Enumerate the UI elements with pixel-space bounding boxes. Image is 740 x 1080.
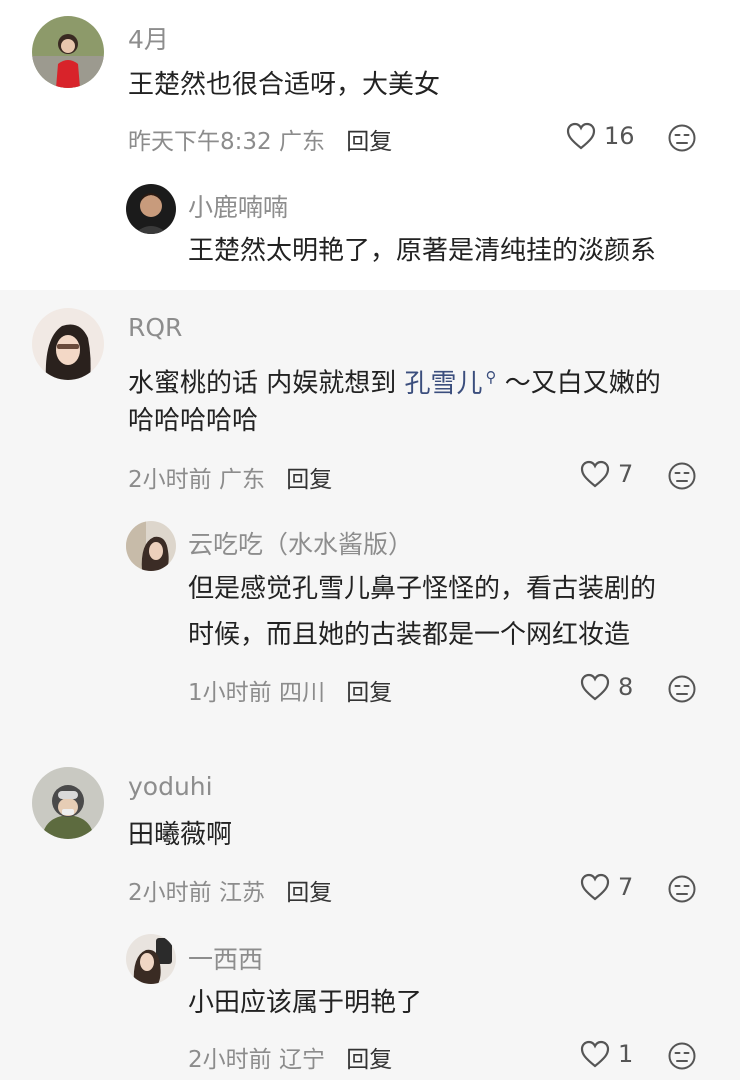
like-count: 7 [618,460,634,488]
meh-face-icon [668,875,696,903]
dislike-button[interactable] [667,674,697,704]
meh-face-icon [668,1042,696,1070]
avatar[interactable] [126,521,176,571]
reply-time: 2小时前 [188,1047,272,1073]
like-count: 1 [618,1040,634,1068]
comment-time: 昨天下午8:32 [128,129,272,155]
reply-text: 时候，而且她的古装都是一个网红妆造 [188,620,631,650]
reply-time: 1小时前 [188,680,272,706]
reply-username[interactable]: 一西西 [188,940,263,976]
dislike-button[interactable] [667,1041,697,1071]
heart-outline-icon [580,673,610,701]
comment-location: 广东 [278,129,325,155]
comment-text: 王楚然也很合适呀，大美女 [128,70,441,100]
like-count: 16 [604,122,635,150]
meh-face-icon [668,675,696,703]
comment-location: 广东 [218,467,265,493]
reply-text: 王楚然太明艳了，原著是清纯挂的淡颜系 [188,236,657,266]
reply-location: 辽宁 [278,1047,325,1073]
avatar[interactable] [126,184,176,234]
reply-username[interactable]: 小鹿喃喃 [188,188,288,224]
meh-face-icon [668,462,696,490]
comment-time: 2小时前 [128,880,212,906]
comment-time: 2小时前 [128,467,212,493]
avatar[interactable] [32,308,104,380]
reply-meta: 1小时前 四川 回复 [188,673,392,707]
comment-username[interactable]: RQR [128,313,182,342]
reply-username[interactable]: 云吃吃（水水酱版） [188,525,413,561]
comment-text: 水蜜桃的话 内娱就想到 [128,368,405,399]
reply-text: 但是感觉孔雪儿鼻子怪怪的，看古装剧的 [188,574,657,604]
reply-text: 小田应该属于明艳了 [188,988,423,1018]
comment-meta: 2小时前 广东 回复 [128,460,332,494]
comment-meta: 2小时前 江苏 回复 [128,873,332,907]
avatar[interactable] [126,934,176,984]
meh-face-icon [668,124,696,152]
like-button[interactable]: 16 [566,122,635,150]
like-count: 7 [618,873,634,901]
heart-outline-icon [580,1040,610,1068]
mention-link[interactable]: 孔雪儿 ⚲ [404,368,497,399]
like-button[interactable]: 7 [580,873,633,901]
heart-outline-icon [580,873,610,901]
comment-text: ～又白又嫩的 [496,368,661,399]
comment-text: 田曦薇啊 [128,820,233,850]
dislike-button[interactable] [667,461,697,491]
reply-button[interactable]: 回复 [346,680,392,706]
comment-text: 哈哈哈哈哈 [128,406,259,436]
reply-button[interactable]: 回复 [286,880,332,906]
like-count: 8 [618,673,634,701]
reply-button[interactable]: 回复 [346,129,392,155]
avatar[interactable] [32,767,104,839]
magnifier-icon: ⚲ [485,368,497,386]
reply-location: 四川 [278,680,325,706]
comment-location: 江苏 [218,880,265,906]
avatar[interactable] [32,16,104,88]
like-button[interactable]: 8 [580,673,633,701]
reply-button[interactable]: 回复 [286,467,332,493]
reply-button[interactable]: 回复 [346,1047,392,1073]
mention-text: 孔雪儿 [404,368,483,399]
like-button[interactable]: 1 [580,1040,633,1068]
dislike-button[interactable] [667,874,697,904]
heart-outline-icon [580,460,610,488]
like-button[interactable]: 7 [580,460,633,488]
comment-username[interactable]: 4月 [128,20,169,56]
heart-outline-icon [566,122,596,150]
comment-username[interactable]: yoduhi [128,772,213,801]
comment-meta: 昨天下午8:32 广东 回复 [128,122,392,156]
reply-meta: 2小时前 辽宁 回复 [188,1040,392,1074]
dislike-button[interactable] [667,123,697,153]
